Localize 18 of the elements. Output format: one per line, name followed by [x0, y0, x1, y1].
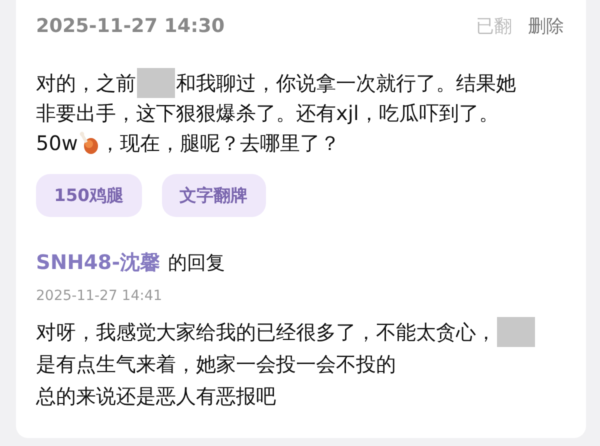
reply-text: 总的来说还是恶人有恶报吧: [36, 382, 276, 410]
post-text: ，现在，腿呢？去哪里了？: [100, 130, 340, 156]
redaction-block: [137, 68, 175, 98]
post-time: 2025-11-27 14:30: [36, 15, 226, 37]
reply-text: 对呀，我感觉大家给我的已经很多了，不能太贪心，: [36, 318, 496, 346]
tag-button[interactable]: 150鸡腿: [36, 174, 142, 217]
author-link[interactable]: SNH48-沈馨: [36, 249, 160, 276]
redaction-block: [497, 317, 535, 347]
reply-text: 是有点生气来着，她家一会投一会不投的: [36, 350, 396, 378]
post-text: 50w: [36, 131, 78, 155]
post-text: 非要出手，这下狠狠爆杀了。还有xjl，吃瓜吓到了。: [36, 100, 499, 126]
reply-time: 2025-11-27 14:41: [36, 288, 164, 304]
post-text: 对的，之前: [36, 70, 136, 96]
drumstick-icon: [78, 131, 100, 155]
post-text: 和我聊过，你说拿一次就行了。结果她: [176, 70, 516, 96]
action-link[interactable]: 删除: [528, 14, 564, 38]
reply-label: 的回复: [168, 250, 226, 276]
tag-button[interactable]: 文字翻牌: [162, 174, 266, 217]
